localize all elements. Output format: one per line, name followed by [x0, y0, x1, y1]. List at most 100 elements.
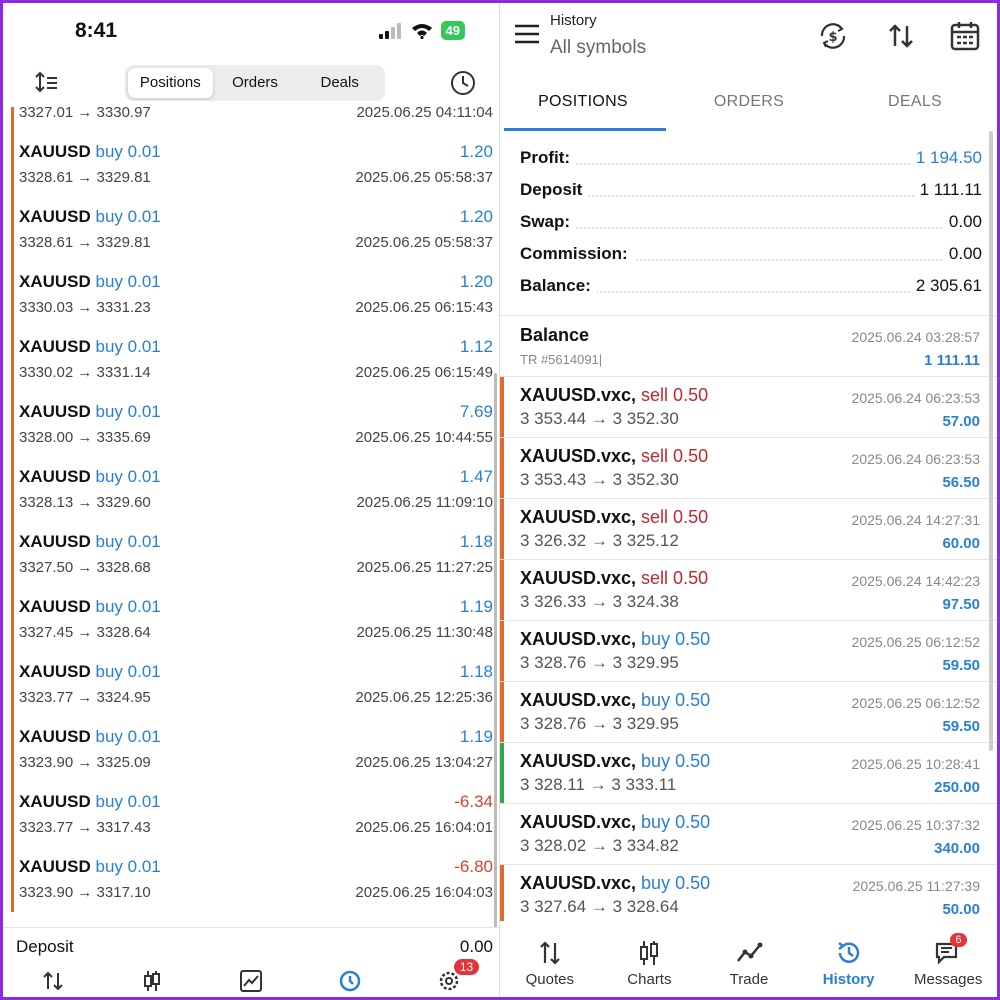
list-item[interactable]: XAUUSD buy 0.01 1.19 3327.45 → 3328.64 2025…: [11, 587, 495, 652]
symbol: XAUUSD buy 0.01: [19, 532, 161, 552]
tab-orders[interactable]: ORDERS: [666, 79, 832, 131]
scroll-indicator[interactable]: [494, 373, 497, 931]
trade-side: buy 0.01: [95, 467, 161, 486]
nav-messages[interactable]: 6 Messages: [898, 931, 997, 997]
summary-row: Commission: 0.00: [520, 239, 982, 271]
symbol-name: XAUUSD.vxc,: [520, 812, 642, 832]
tab-charts[interactable]: [102, 965, 201, 997]
trade-side: buy 0.50: [641, 812, 711, 832]
calendar-icon[interactable]: [948, 19, 982, 53]
quotes-icon: [540, 941, 560, 965]
nav-history[interactable]: History: [799, 931, 899, 997]
symbol-name: XAUUSD: [19, 662, 96, 681]
tab-settings[interactable]: 13: [400, 959, 499, 997]
summary-label: Swap:: [520, 212, 577, 232]
list-item[interactable]: XAUUSD buy 0.01 -6.34 3323.77 → 3317.43 202…: [11, 782, 495, 847]
list-item[interactable]: XAUUSD.vxc, buy 0.50 3 328.02 → 3 334.82 2…: [500, 804, 997, 865]
datetime: 2025.06.25 06:15:43: [355, 299, 493, 316]
menu-icon[interactable]: [514, 23, 540, 45]
list-item[interactable]: XAUUSD.vxc, sell 0.50 3 326.33 → 3 324.38…: [500, 560, 997, 621]
list-item[interactable]: XAUUSD.vxc, buy 0.50 3 327.64 → 3 328.64 2…: [500, 865, 997, 921]
datetime: 2025.06.25 10:37:32: [851, 817, 980, 833]
settings-badge: 13: [453, 959, 480, 975]
segment-positions[interactable]: Positions: [128, 68, 213, 98]
symbol: XAUUSD buy 0.01: [19, 857, 161, 877]
list-item[interactable]: XAUUSD.vxc, sell 0.50 3 326.32 → 3 325.12…: [500, 499, 997, 560]
list-item[interactable]: XAUUSD buy 0.01 1.12 3330.02 → 3331.14 2025…: [11, 327, 495, 392]
datetime: 2025.06.24 06:23:53: [851, 390, 980, 406]
summary-row: Deposit 1 111.11: [520, 175, 982, 207]
balance-row[interactable]: Balance TR #5614091| 2025.06.24 03:28:57…: [500, 316, 997, 377]
status-time: 8:41: [75, 19, 118, 42]
quotes-icon: [42, 971, 63, 991]
symbol-name: XAUUSD.vxc,: [520, 873, 642, 893]
history-icon: [837, 942, 859, 963]
nav-charts[interactable]: Charts: [600, 931, 700, 997]
list-item[interactable]: XAUUSD buy 0.01 1.18 3327.50 → 3328.68 2025…: [11, 522, 495, 587]
symbol: XAUUSD buy 0.01: [19, 597, 161, 617]
currency-exchange-icon[interactable]: $: [816, 19, 850, 53]
status-bar-indicator: [500, 560, 504, 620]
symbol: XAUUSD.vxc, buy 0.50: [520, 629, 710, 650]
price-range: 3328.61 → 3329.81: [19, 234, 151, 251]
list-item[interactable]: XAUUSD buy 0.01 1.18 3323.77 → 3324.95 2025…: [11, 652, 495, 717]
list-item[interactable]: XAUUSD buy 0.01 7.69 3328.00 → 3335.69 2025…: [11, 392, 495, 457]
price-range: 3330.02 → 3331.14: [19, 364, 151, 381]
list-item[interactable]: XAUUSD.vxc, buy 0.50 3 328.76 → 3 329.95 2…: [500, 621, 997, 682]
tab-deals[interactable]: DEALS: [832, 79, 997, 131]
symbol-name: XAUUSD: [19, 402, 96, 421]
history-icon: [339, 970, 361, 992]
list-item[interactable]: XAUUSD.vxc, buy 0.50 3 328.76 → 3 329.95 2…: [500, 682, 997, 743]
summary-value: 1 194.50: [909, 148, 982, 168]
price-range: 3 328.76 → 3 329.95: [520, 714, 679, 733]
scroll-indicator[interactable]: [989, 131, 993, 751]
tab-quotes[interactable]: [3, 965, 102, 997]
tab-positions[interactable]: POSITIONS: [500, 79, 666, 131]
profit: 59.50: [942, 718, 980, 735]
tab-history[interactable]: [301, 965, 400, 997]
list-item[interactable]: XAUUSD buy 0.01 1.20 3328.61 → 3329.81 2025…: [11, 197, 495, 262]
segment-orders[interactable]: Orders: [213, 68, 298, 98]
symbol-name: XAUUSD: [19, 467, 96, 486]
status-bar-indicator: [500, 499, 504, 559]
tab-trade[interactable]: [201, 965, 300, 997]
symbol: XAUUSD.vxc, sell 0.50: [520, 385, 708, 406]
trade-side: buy 0.01: [95, 532, 161, 551]
sort-icon[interactable]: [884, 19, 918, 53]
list-item[interactable]: XAUUSD buy 0.01 1.19 3323.90 → 3325.09 2025…: [11, 717, 495, 782]
list-item[interactable]: XAUUSD buy 0.01 1.20 3330.03 → 3331.23 2025…: [11, 262, 495, 327]
ios-history-panel: 8:41 49 Positions Orders Deals 3327.01 →…: [3, 3, 499, 997]
screenshot-frame: 8:41 49 Positions Orders Deals 3327.01 →…: [3, 3, 997, 997]
profit: 1.18: [459, 532, 493, 551]
profit: -6.34: [454, 792, 493, 811]
list-item[interactable]: XAUUSD buy 0.01 1.20 3328.61 → 3329.81 2025…: [11, 132, 495, 197]
list-item[interactable]: XAUUSD buy 0.01 -6.80 3323.90 → 3317.10 202…: [11, 847, 495, 912]
datetime: 2025.06.25 13:04:27: [355, 754, 493, 771]
datetime: 2025.06.25 16:04:03: [355, 884, 493, 901]
segment-deals[interactable]: Deals: [297, 68, 382, 98]
profit: 340.00: [934, 840, 980, 857]
nav-quotes[interactable]: Quotes: [500, 931, 600, 997]
list-item[interactable]: XAUUSD.vxc, sell 0.50 3 353.43 → 3 352.30…: [500, 438, 997, 499]
sort-icon[interactable]: [33, 69, 61, 97]
datetime: 2025.06.25 11:30:48: [356, 624, 493, 641]
nav-label: Charts: [627, 971, 672, 988]
summary-row: Profit: 1 194.50: [520, 143, 982, 175]
summary-row: Swap: 0.00: [520, 207, 982, 239]
segment-control: Positions Orders Deals: [125, 65, 385, 101]
list-item[interactable]: XAUUSD.vxc, sell 0.50 3 353.44 → 3 352.30…: [500, 377, 997, 438]
trade-side: buy 0.01: [95, 792, 161, 811]
symbol-filter[interactable]: All symbols: [550, 37, 646, 59]
price-range: 3 328.76 → 3 329.95: [520, 653, 679, 672]
list-item[interactable]: XAUUSD buy 0.01 1.47 3328.13 → 3329.60 2025…: [11, 457, 495, 522]
wifi-icon: [411, 23, 432, 39]
clock-icon[interactable]: [449, 69, 477, 97]
trade-side: buy 0.01: [95, 337, 161, 356]
symbol: XAUUSD buy 0.01: [19, 337, 161, 357]
android-history-panel: History All symbols $ POSITIONS ORDERS D…: [499, 3, 997, 997]
list-item[interactable]: XAUUSD.vxc, buy 0.50 3 328.11 → 3 333.11 2…: [500, 743, 997, 804]
price-range: 3 327.64 → 3 328.64: [520, 897, 679, 916]
nav-trade[interactable]: Trade: [699, 931, 799, 997]
list-item[interactable]: 3327.01 → 3330.97 2025.06.25 04:11:04: [11, 107, 495, 132]
symbol: XAUUSD.vxc, buy 0.50: [520, 690, 710, 711]
